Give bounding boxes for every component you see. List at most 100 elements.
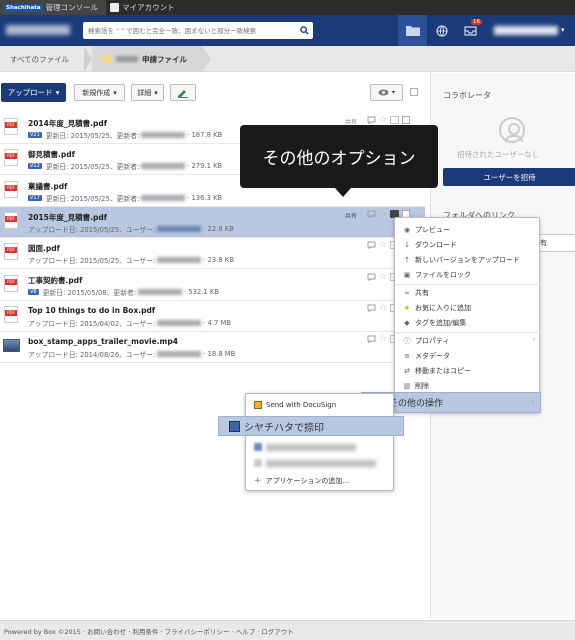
comment-icon[interactable]: [367, 335, 376, 343]
menu-item-label: ファイルをロック: [415, 270, 471, 279]
star-icon[interactable]: ☆: [379, 273, 387, 282]
chevron-down-icon[interactable]: ▾: [561, 26, 565, 34]
star-icon[interactable]: ☆: [379, 210, 387, 219]
app-icon: [254, 459, 262, 467]
search-input[interactable]: [83, 22, 295, 39]
breadcrumb-all-files[interactable]: すべてのファイル: [10, 54, 69, 65]
other-actions-submenu: Send with DocuSign シヤチハタで捺印 + アプリケーションの追加…: [218, 393, 404, 491]
file-meta-text: アップロード日: 2015/05/25、ユーザー:: [28, 257, 156, 265]
menu-item-properties[interactable]: ⓘ プロパティ ›: [395, 334, 541, 347]
files-folder-icon[interactable]: [398, 15, 427, 46]
details-button[interactable]: 詳細 ▾: [131, 84, 164, 101]
more-options-icon[interactable]: [390, 116, 400, 124]
star-icon[interactable]: ☆: [379, 304, 387, 313]
file-meta-text: 更新日: 2015/05/25、更新者:: [45, 195, 140, 203]
tab-admin-console-label: 管理コンソール: [45, 3, 99, 12]
inbox-icon[interactable]: 16: [456, 15, 485, 46]
comment-icon[interactable]: [367, 241, 376, 249]
file-row[interactable]: box_stamp_apps_trailer_movie.mp4 アップロード日:…: [0, 332, 425, 363]
version-badge: V21: [28, 132, 42, 138]
more-options-tooltip: その他のオプション: [240, 125, 438, 197]
invite-users-button[interactable]: ユーザーを招待: [443, 168, 575, 186]
file-row[interactable]: Top 10 things to do in Box.pdf アップロード日: 2…: [0, 301, 425, 332]
tab-admin-console[interactable]: Shachihata 管理コンソール: [0, 0, 107, 15]
edit-pen-button[interactable]: [170, 84, 196, 101]
company-logo: [6, 25, 70, 35]
tab-my-account[interactable]: マイアカウント: [106, 0, 183, 15]
submenu-item-redacted[interactable]: [246, 456, 395, 470]
menu-item-preview[interactable]: ◉ プレビュー: [395, 223, 541, 236]
file-meta-text: アップロード日: 2014/08/26、ユーザー:: [28, 351, 156, 359]
no-invited-users-text: 招待されたユーザーなし: [457, 150, 540, 159]
star-icon[interactable]: ☆: [379, 241, 387, 250]
submenu-item-add-apps[interactable]: + アプリケーションの追加...: [246, 474, 395, 488]
file-name[interactable]: 工事契約書.pdf: [28, 275, 82, 286]
submenu-item-shachihata-stamp[interactable]: シヤチハタで捺印: [218, 416, 404, 436]
file-meta-text: 更新日: 2015/05/25、更新者:: [45, 163, 140, 171]
globe-icon[interactable]: [427, 15, 456, 46]
submenu-item-redacted[interactable]: [246, 440, 395, 454]
docusign-icon: [254, 401, 262, 409]
metadata-icon: ≡: [404, 351, 410, 360]
comment-icon[interactable]: [367, 116, 376, 124]
move-copy-icon: ⇄: [404, 366, 410, 375]
search-icon[interactable]: [295, 22, 313, 39]
breadcrumb: すべてのファイル 申請ファイル: [0, 46, 575, 72]
pdf-file-icon: [4, 306, 18, 323]
tag-icon: ◆: [404, 318, 410, 327]
redacted-username: [157, 257, 202, 263]
breadcrumb-current-folder[interactable]: 申請ファイル: [92, 46, 202, 72]
file-name[interactable]: box_stamp_apps_trailer_movie.mp4: [28, 337, 178, 346]
view-options-button[interactable]: ▾: [370, 84, 403, 101]
menu-divider: [395, 332, 541, 333]
row-checkbox[interactable]: [402, 116, 411, 124]
file-meta: アップロード日: 2015/04/02、ユーザー: · 4.7 MB: [28, 318, 231, 328]
star-icon[interactable]: ☆: [379, 116, 387, 125]
menu-item-lock-file[interactable]: ▣ ファイルをロック: [395, 268, 541, 281]
upload-button[interactable]: アップロード ▾: [1, 83, 66, 102]
menu-item-label: 共有: [415, 288, 429, 297]
menu-item-label: 新しいバージョンをアップロード: [415, 255, 520, 264]
account-icon: [110, 3, 120, 12]
menu-item-upload-new-version[interactable]: ↑ 新しいバージョンをアップロード: [395, 253, 541, 266]
lock-icon: ▣: [403, 270, 411, 279]
file-name[interactable]: 2014年度_見積書.pdf: [28, 118, 107, 129]
file-size: 4.7 MB: [207, 319, 232, 327]
tab-my-account-label: マイアカウント: [122, 3, 175, 12]
file-name[interactable]: 稟議書.pdf: [28, 181, 67, 192]
new-button[interactable]: 新規作成 ▾: [74, 84, 125, 101]
chevron-down-icon: ▾: [391, 89, 395, 96]
file-name[interactable]: 御見積書.pdf: [28, 149, 75, 160]
file-name[interactable]: Top 10 things to do in Box.pdf: [28, 306, 155, 315]
file-row[interactable]: 2015年度_見積書.pdfアップロード日: 2015/05/25、ユーザー: …: [0, 207, 425, 238]
pdf-file-icon: [4, 212, 18, 229]
menu-item-label: 移動またはコピー: [415, 366, 471, 375]
comment-icon[interactable]: [367, 273, 376, 281]
meta-separator: ·: [187, 194, 190, 202]
file-row[interactable]: 図面.pdfアップロード日: 2015/05/25、ユーザー: · 23.8 K…: [0, 238, 425, 269]
menu-item-share[interactable]: ∞ 共有: [395, 286, 541, 299]
redacted-label: [266, 459, 376, 467]
menu-item-add-favorite[interactable]: ★ お気に入りに追加: [395, 301, 541, 314]
comment-icon[interactable]: [367, 210, 376, 218]
file-meta: V21 更新日: 2015/05/25、更新者: · 187.8 KB: [28, 130, 222, 140]
menu-item-label: プロパティ: [415, 336, 450, 345]
user-menu[interactable]: [494, 26, 558, 35]
menu-item-edit-tags[interactable]: ◆ タグを追加/編集: [395, 316, 541, 329]
file-name[interactable]: 図面.pdf: [28, 243, 60, 254]
pdf-file-icon: [4, 275, 18, 292]
eye-icon: [378, 89, 389, 96]
menu-item-delete[interactable]: ▥ 削除: [395, 379, 541, 392]
star-icon[interactable]: ☆: [379, 335, 387, 344]
notification-badge: 16: [471, 19, 482, 25]
file-name[interactable]: 2015年度_見積書.pdf: [28, 212, 107, 223]
file-row[interactable]: 工事契約書.pdfV8更新日: 2015/05/08、更新者: · 532.1 …: [0, 270, 425, 301]
comment-icon[interactable]: [367, 304, 376, 312]
menu-item-move-copy[interactable]: ⇄ 移動またはコピー: [395, 364, 541, 377]
menu-item-download[interactable]: ↓ ダウンロード: [395, 238, 541, 251]
chevron-down-icon: ▾: [113, 88, 117, 97]
submenu-item-docusign[interactable]: Send with DocuSign: [246, 398, 395, 412]
select-all-checkbox[interactable]: [410, 88, 418, 96]
menu-item-metadata[interactable]: ≡ メタデータ: [395, 349, 541, 362]
download-icon: ↓: [404, 240, 410, 249]
